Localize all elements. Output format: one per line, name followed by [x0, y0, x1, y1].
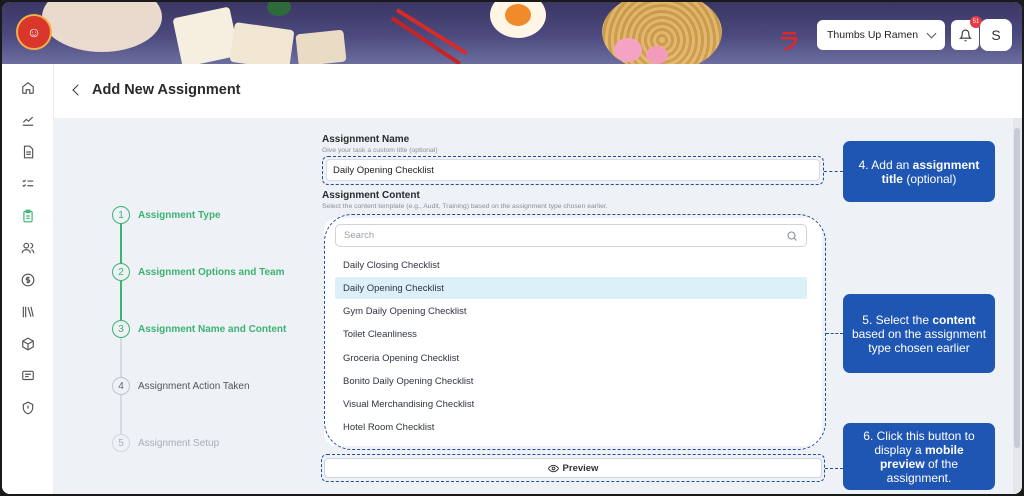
content-option[interactable]: Gym Daily Opening Checklist [335, 300, 807, 322]
sidebar-item-analytics[interactable] [18, 110, 38, 130]
header-art-tofu [295, 29, 347, 64]
content-option[interactable]: Groceria Opening Checklist [335, 347, 807, 369]
header-art-yolk [505, 4, 531, 26]
preview-button-label: Preview [562, 462, 599, 474]
header-art-leaf [267, 2, 291, 16]
sidebar-item-library[interactable] [18, 302, 38, 322]
user-avatar[interactable]: S [980, 19, 1012, 51]
stepper-line [120, 224, 122, 263]
app-window: ☺ ラ Thumbs Up Ramen 5 1 S Add New Assignm… [2, 2, 1022, 494]
assignment-content-help: Select the content template (e.g., Audit… [322, 203, 608, 210]
callout-text: 5. Select the content based on the assig… [851, 313, 987, 355]
sidebar-item-users[interactable] [18, 238, 38, 258]
sidebar-item-checklists[interactable] [18, 174, 38, 194]
stepper-line [120, 281, 122, 320]
sidebar-item-inventory[interactable] [18, 334, 38, 354]
step-label: Assignment Action Taken [138, 380, 250, 392]
content-option[interactable]: Daily Closing Checklist [335, 254, 807, 276]
step-assignment-setup[interactable]: 5 Assignment Setup [112, 434, 219, 452]
step-assignment-name-content[interactable]: 3 Assignment Name and Content [112, 320, 286, 338]
dollar-icon [21, 273, 35, 287]
top-header: ☺ ラ Thumbs Up Ramen 51 S [2, 2, 1022, 64]
callout-assignment-title: 4. Add an assignment title (optional) [843, 141, 995, 202]
step-number: 5 [112, 434, 130, 452]
assignment-name-input[interactable]: Daily Opening Checklist [326, 159, 820, 181]
callout-connector [825, 468, 843, 469]
step-number: 1 [112, 206, 130, 224]
header-art-tofu [229, 22, 295, 64]
step-assignment-action[interactable]: 4 Assignment Action Taken [112, 377, 250, 395]
step-label: Assignment Setup [138, 437, 220, 449]
callout-post-text: (optional) [902, 171, 957, 186]
callout-preview-button: 6. Click this button to display a mobile… [843, 423, 995, 490]
store-selector-value: Thumbs Up Ramen [827, 29, 919, 41]
header-art-fishcake [614, 38, 642, 62]
assignment-content-label: Assignment Content [322, 190, 420, 201]
shield-icon [22, 401, 34, 415]
brand-logo-icon[interactable]: ☺ [16, 14, 52, 50]
step-number: 2 [112, 263, 130, 281]
bell-icon [958, 29, 972, 41]
page-header: Add New Assignment [54, 64, 1022, 118]
step-assignment-options[interactable]: 2 Assignment Options and Team [112, 263, 285, 281]
eye-icon [547, 464, 559, 472]
chevron-down-icon [926, 28, 937, 38]
callout-pre-text: 4. Add an [858, 157, 913, 172]
sidebar-item-messages[interactable] [18, 366, 38, 386]
store-selector[interactable]: Thumbs Up Ramen [817, 20, 945, 50]
back-arrow-icon[interactable] [72, 84, 84, 96]
assignment-name-label: Assignment Name [322, 134, 410, 145]
content-option[interactable]: Visual Merchandising Checklist [335, 393, 807, 415]
sidebar [2, 64, 54, 494]
content-option[interactable]: Hotel Room Checklist [335, 416, 807, 438]
content-option-selected[interactable]: Daily Opening Checklist [335, 277, 807, 299]
home-icon [22, 82, 34, 94]
callout-text: 4. Add an assignment title (optional) [851, 158, 987, 186]
sidebar-item-home[interactable] [18, 78, 38, 98]
step-label: Assignment Type [138, 209, 221, 221]
search-icon [787, 231, 797, 241]
callout-bold-text: content [932, 312, 976, 327]
stepper-line [120, 395, 122, 434]
sidebar-item-billing[interactable] [18, 270, 38, 290]
callout-connector [826, 333, 843, 334]
checklist-icon [22, 179, 34, 188]
sidebar-item-assignments[interactable] [18, 206, 38, 226]
step-number: 4 [112, 377, 130, 395]
content-option[interactable]: Bonito Daily Opening Checklist [335, 370, 807, 392]
callout-pre-text: 5. Select the [862, 312, 933, 327]
users-icon [21, 242, 35, 254]
clipboard-icon [23, 209, 33, 223]
scrollbar-thumb[interactable] [1014, 128, 1020, 448]
header-art-chopstick [395, 8, 468, 56]
search-placeholder: Search [344, 230, 375, 241]
callout-connector [824, 171, 843, 172]
callout-text: 6. Click this button to display a mobile… [851, 429, 987, 485]
library-icon [22, 306, 34, 318]
main-content: 1 Assignment Type 2 Assignment Options a… [54, 118, 1022, 494]
callout-post-text: based on the assignment type chosen earl… [851, 326, 987, 355]
step-number: 3 [112, 320, 130, 338]
sidebar-item-documents[interactable] [18, 142, 38, 162]
analytics-icon [22, 116, 34, 126]
preview-button[interactable]: Preview [324, 458, 822, 478]
assignment-name-help: Give your task a custom title (optional) [322, 147, 438, 154]
content-search-input[interactable]: Search [335, 224, 807, 247]
content-option[interactable]: Toilet Cleanliness [335, 323, 807, 345]
page-title: Add New Assignment [92, 82, 241, 98]
callout-select-content: 5. Select the content based on the assig… [843, 294, 995, 373]
chat-icon [22, 370, 34, 381]
header-art-fishcake [646, 46, 668, 64]
document-icon [23, 145, 34, 159]
header-art-bread [42, 2, 162, 52]
step-label: Assignment Options and Team [138, 266, 285, 278]
step-assignment-type[interactable]: 1 Assignment Type [112, 206, 221, 224]
box-icon [22, 337, 34, 351]
sidebar-item-security[interactable] [18, 398, 38, 418]
stepper-line [120, 338, 122, 377]
step-label: Assignment Name and Content [138, 323, 287, 335]
header-art-red-mark: ラ [778, 29, 801, 54]
